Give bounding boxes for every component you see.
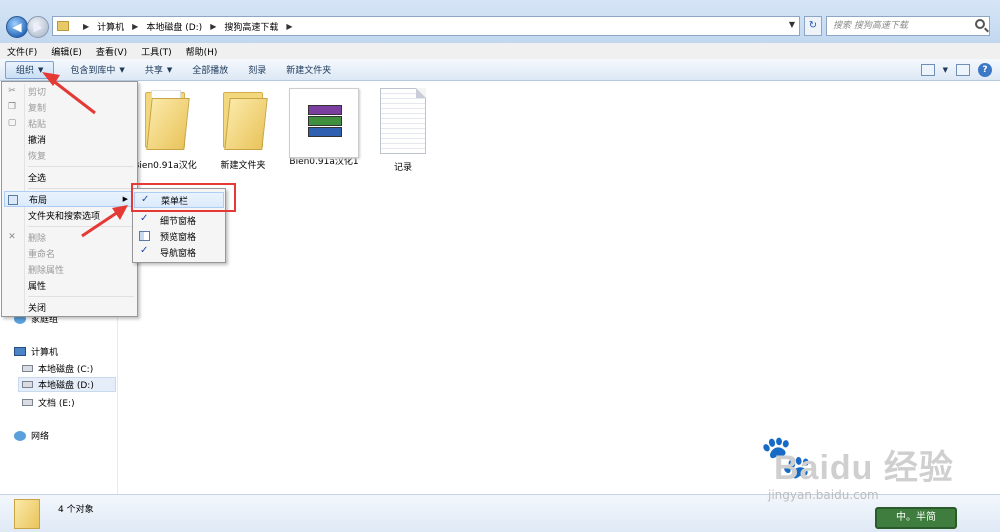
folder-icon: [14, 499, 40, 529]
baidu-watermark: 🐾 Baidu 经验 jingyan.baidu.com: [760, 436, 980, 506]
watermark-brand: Baidu 经验: [774, 449, 954, 487]
item-count: 4 个对象: [58, 505, 94, 515]
watermark-url: jingyan.baidu.com: [768, 488, 879, 502]
corner-badge: 中。半简: [875, 507, 957, 529]
